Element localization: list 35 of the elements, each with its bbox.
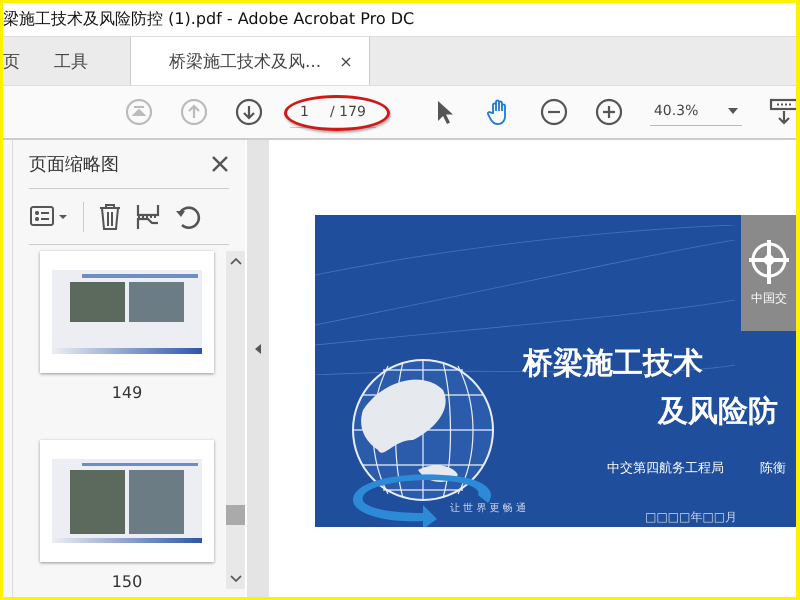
collapse-arrow-icon[interactable] [255, 344, 261, 354]
slogan-text: 让 世 界 更 畅 通 [450, 502, 526, 515]
slide-title: 桥梁施工技术 [523, 345, 704, 383]
tab[interactable]: 工具 [32, 37, 110, 85]
thumbnail-options-icon[interactable] [29, 204, 69, 228]
page-total: / 179 [330, 104, 366, 120]
next-page-icon[interactable] [235, 98, 263, 126]
page-number-field[interactable]: 1 [300, 104, 312, 120]
scrollbar[interactable] [226, 251, 245, 589]
keyboard-download-icon[interactable] [769, 97, 796, 127]
close-icon[interactable] [211, 155, 229, 173]
page-number-label: 149 [112, 383, 142, 402]
zoom-in-icon[interactable] [594, 98, 623, 126]
tab[interactable]: 桥梁施工技术及风... × [130, 37, 370, 85]
page-number-label: 150 [112, 572, 142, 591]
zoom-dropdown[interactable]: 40.3% [650, 98, 742, 126]
panel-title: 页面缩略图 [29, 153, 119, 176]
extract-page-icon[interactable] [136, 202, 160, 230]
tab[interactable]: 页 [3, 37, 32, 85]
scroll-down-icon[interactable] [230, 575, 242, 583]
trash-icon[interactable] [98, 202, 122, 230]
slide-title: 及风险防 [658, 393, 778, 431]
organization-text: 中交第四航务工程局 [607, 460, 724, 477]
page-thumbnail[interactable] [40, 440, 214, 562]
caret-icon [728, 108, 738, 114]
zoom-out-icon[interactable] [540, 98, 568, 126]
scroll-up-icon[interactable] [230, 257, 242, 265]
tab-close-button[interactable]: × [339, 52, 353, 70]
author-text: 陈衡 [760, 460, 786, 477]
logo-text: 中国交 [751, 290, 787, 306]
page-thumbnail[interactable] [40, 251, 214, 373]
scrollbar-thumb[interactable] [226, 505, 245, 525]
window-title: 梁施工技术及风险防控 (1).pdf - Adobe Acrobat Pro DC [3, 9, 414, 30]
company-logo-icon [749, 240, 789, 284]
date-text: □□□□年□□月 [645, 509, 738, 526]
